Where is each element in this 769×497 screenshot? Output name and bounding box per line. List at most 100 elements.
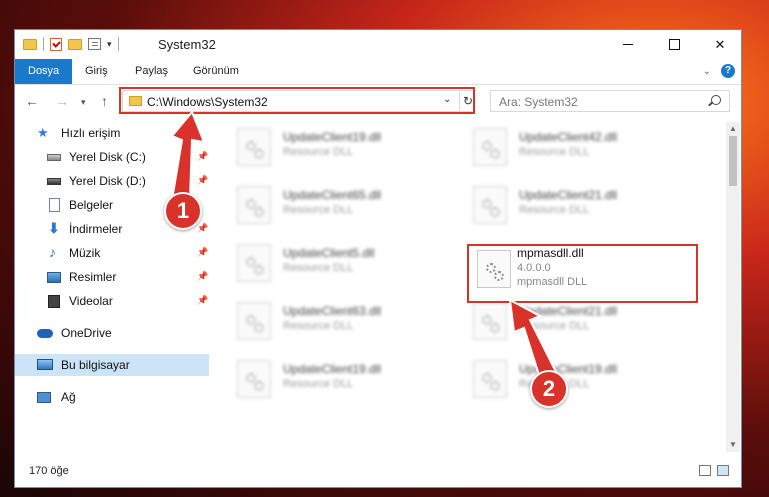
toolbar-divider — [43, 37, 44, 51]
music-icon: ♪ — [49, 244, 56, 260]
file-name: UpdateClient21.dll — [519, 304, 618, 318]
list-item[interactable]: UpdateClient21.dll Resource DLL — [445, 296, 665, 346]
minimize-button[interactable] — [605, 30, 651, 59]
forward-arrow-icon[interactable]: → — [55, 93, 69, 109]
file-name: UpdateClient19.dll — [283, 130, 382, 144]
tab-home[interactable]: Giriş — [77, 59, 116, 84]
document-icon — [49, 198, 60, 212]
expand-ribbon-icon[interactable]: ⌄ — [703, 66, 711, 77]
tab-file[interactable]: Dosya — [15, 59, 73, 84]
drive-icon — [47, 178, 61, 185]
pin-icon[interactable]: 📌 — [197, 271, 208, 282]
sidebar-item-label: Hızlı erişim — [61, 126, 121, 140]
maximize-icon — [668, 39, 680, 50]
file-description: Resource DLL — [519, 204, 590, 216]
star-icon: ★ — [37, 125, 49, 140]
scroll-down-icon[interactable]: ▼ — [729, 440, 737, 449]
toolbar-divider — [117, 37, 119, 51]
sidebar-item-label: Müzik — [69, 246, 101, 260]
search-input[interactable]: Ara: System32 — [499, 95, 578, 109]
help-icon[interactable]: ? — [721, 64, 735, 78]
sidebar-item-label: Yerel Disk (D:) — [69, 174, 146, 188]
vertical-scrollbar[interactable]: ▲ ▼ — [726, 122, 740, 452]
sidebar-item-label: Bu bilgisayar — [61, 358, 130, 372]
pin-icon[interactable]: 📌 — [197, 151, 208, 162]
item-count: 170 öğe — [29, 465, 69, 477]
dll-file-icon — [473, 186, 507, 224]
sidebar-item-local-disk-d[interactable]: Yerel Disk (D:) 📌 — [15, 170, 209, 192]
sidebar-item-label: Resimler — [69, 270, 117, 284]
maximize-button[interactable] — [651, 30, 697, 59]
properties-check-icon[interactable] — [50, 37, 62, 51]
file-name: UpdateClient65.dll — [283, 188, 382, 202]
dll-file-icon — [473, 302, 507, 340]
details-view-icon[interactable] — [699, 465, 711, 476]
ribbon-controls: ⌄ ? — [703, 64, 735, 78]
list-item[interactable]: UpdateClient63.dll Resource DLL — [209, 296, 429, 346]
quick-access-toolbar: ▾ — [23, 37, 119, 51]
properties-icon[interactable] — [88, 38, 101, 50]
large-icons-view-icon[interactable] — [717, 465, 729, 476]
file-description: Resource DLL — [519, 146, 590, 158]
file-name: UpdateClient21.dll — [519, 188, 618, 202]
list-item[interactable]: UpdateClient5.dll Resource DLL — [209, 238, 429, 288]
back-arrow-icon[interactable]: ← — [25, 93, 39, 109]
ribbon: Dosya Giriş Paylaş Görünüm ⌄ ? — [15, 59, 741, 85]
file-name: UpdateClient19.dll — [283, 362, 382, 376]
pin-icon[interactable]: 📌 — [197, 223, 208, 234]
sidebar-item-label: İndirmeler — [69, 222, 123, 236]
pin-icon[interactable]: 📌 — [197, 175, 208, 186]
drive-icon — [47, 154, 61, 161]
sidebar-item-onedrive[interactable]: OneDrive — [15, 322, 209, 344]
list-item[interactable]: UpdateClient42.dll Resource DLL — [445, 122, 665, 172]
network-icon — [37, 392, 51, 403]
tab-share[interactable]: Paylaş — [127, 59, 176, 84]
sidebar-item-network[interactable]: Ağ — [15, 386, 209, 408]
scrollbar-thumb[interactable] — [729, 136, 737, 186]
up-arrow-icon[interactable]: ↑ — [101, 93, 108, 109]
sidebar-item-pictures[interactable]: Resimler 📌 — [15, 266, 209, 288]
sidebar-item-this-pc[interactable]: Bu bilgisayar — [15, 354, 209, 376]
status-bar: 170 öğe — [15, 455, 741, 486]
computer-icon — [37, 359, 53, 370]
dll-file-icon — [237, 244, 271, 282]
tab-view[interactable]: Görünüm — [185, 59, 247, 84]
close-button[interactable]: ✕ — [697, 30, 741, 59]
step-2-badge: 2 — [530, 370, 568, 408]
search-icon[interactable] — [711, 95, 721, 105]
list-item[interactable]: UpdateClient19.dll Resource DLL — [209, 122, 429, 172]
file-name: UpdateClient63.dll — [283, 304, 382, 318]
sidebar-item-videos[interactable]: Videolar 📌 — [15, 290, 209, 312]
video-icon — [48, 295, 60, 308]
dll-file-icon — [237, 186, 271, 224]
file-name: UpdateClient5.dll — [283, 246, 375, 260]
navigation-pane: ★ Hızlı erişim Yerel Disk (C:) 📌 Yerel D… — [15, 122, 209, 452]
title-bar: ▾ System32 ✕ — [15, 30, 741, 59]
file-description: Resource DLL — [283, 320, 354, 332]
address-bar-highlight — [119, 87, 475, 114]
cloud-icon — [37, 329, 53, 338]
pin-icon[interactable]: 📌 — [197, 295, 208, 306]
file-highlight — [467, 244, 698, 303]
dll-file-icon — [473, 360, 507, 398]
list-item[interactable]: UpdateClient21.dll Resource DLL — [445, 180, 665, 230]
dll-file-icon — [237, 360, 271, 398]
search-box[interactable]: Ara: System32 — [490, 90, 730, 112]
scroll-up-icon[interactable]: ▲ — [729, 124, 737, 133]
download-icon: ⬇ — [48, 220, 60, 236]
minimize-icon — [623, 44, 633, 45]
recent-locations-icon[interactable]: ▾ — [81, 97, 86, 108]
customize-toolbar-icon[interactable]: ▾ — [107, 39, 112, 50]
new-folder-icon[interactable] — [68, 38, 82, 50]
file-description: Resource DLL — [283, 262, 354, 274]
list-item[interactable]: UpdateClient65.dll Resource DLL — [209, 180, 429, 230]
pin-icon[interactable]: 📌 — [197, 247, 208, 258]
sidebar-item-label: Ağ — [61, 390, 76, 404]
sidebar-item-quick-access[interactable]: ★ Hızlı erişim — [15, 122, 209, 144]
list-item[interactable]: UpdateClient19.dll Resource DLL — [209, 354, 429, 404]
dll-file-icon — [237, 302, 271, 340]
sidebar-item-music[interactable]: ♪ Müzik 📌 — [15, 242, 209, 264]
sidebar-item-label: Videolar — [69, 294, 113, 308]
folder-icon[interactable] — [23, 38, 37, 50]
sidebar-item-local-disk-c[interactable]: Yerel Disk (C:) 📌 — [15, 146, 209, 168]
